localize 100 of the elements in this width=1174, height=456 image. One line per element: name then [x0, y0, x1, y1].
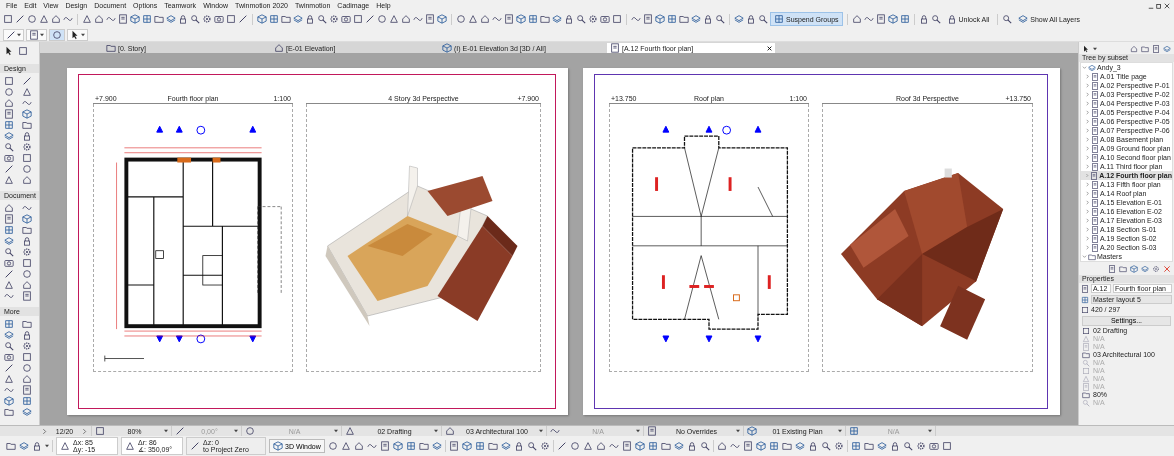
grid-icon[interactable]: [4, 319, 14, 329]
lock-icon[interactable]: [305, 14, 315, 24]
house-icon[interactable]: [716, 441, 727, 451]
lock-icon[interactable]: [564, 14, 574, 24]
triangle-icon[interactable]: [4, 280, 14, 290]
lock-icon[interactable]: [32, 441, 42, 451]
grid-icon[interactable]: [899, 14, 910, 24]
cube-icon[interactable]: [516, 14, 526, 24]
square-icon[interactable]: [226, 14, 236, 24]
page-icon[interactable]: [875, 14, 886, 24]
dropdown-arrow-icon[interactable]: [334, 429, 338, 433]
lock-icon[interactable]: [807, 441, 818, 451]
layers-icon[interactable]: [4, 330, 14, 340]
magnifier-icon[interactable]: [190, 14, 200, 24]
grid-icon[interactable]: [269, 14, 279, 24]
triangle-icon[interactable]: [389, 14, 399, 24]
cursor-icon[interactable]: [4, 46, 14, 56]
lock-icon[interactable]: [22, 236, 32, 246]
triangle-icon[interactable]: [4, 374, 14, 384]
page-icon[interactable]: [742, 441, 753, 451]
gear-icon[interactable]: [1152, 265, 1160, 273]
arrow-dropdown[interactable]: [67, 28, 88, 41]
wave-icon[interactable]: [366, 441, 377, 451]
dropdown-arrow-icon[interactable]: [434, 429, 438, 433]
magnifier-icon[interactable]: [902, 441, 913, 451]
square-icon[interactable]: [353, 14, 363, 24]
wave-icon[interactable]: [492, 14, 502, 24]
close-icon[interactable]: [1164, 2, 1170, 9]
layers-icon[interactable]: [19, 441, 29, 451]
wave-icon[interactable]: [106, 14, 116, 24]
house-icon[interactable]: [851, 14, 862, 24]
house-icon[interactable]: [22, 175, 32, 185]
page-icon[interactable]: [118, 14, 128, 24]
wave-icon[interactable]: [608, 441, 619, 451]
layers-icon[interactable]: [500, 441, 511, 451]
line-icon[interactable]: [4, 164, 14, 174]
line-icon[interactable]: [4, 363, 14, 373]
cube-icon[interactable]: [437, 14, 447, 24]
gear-icon[interactable]: [202, 14, 212, 24]
folder-icon[interactable]: [22, 120, 32, 130]
folder-icon[interactable]: [863, 441, 874, 451]
page-icon[interactable]: [22, 385, 32, 395]
house-icon[interactable]: [22, 374, 32, 384]
wave-icon[interactable]: [631, 14, 641, 24]
page-icon[interactable]: [504, 14, 514, 24]
wave-icon[interactable]: [413, 14, 423, 24]
cube-icon[interactable]: [392, 441, 403, 451]
folder-icon[interactable]: [660, 441, 671, 451]
wave-icon[interactable]: [863, 14, 874, 24]
magnifier-icon[interactable]: [758, 14, 768, 24]
layers-icon[interactable]: [4, 236, 14, 246]
layers-icon[interactable]: [1163, 45, 1171, 53]
folder-icon[interactable]: [781, 441, 792, 451]
line-icon[interactable]: [4, 269, 14, 279]
circle-icon[interactable]: [4, 87, 14, 97]
dropdown-arrow-icon[interactable]: [636, 429, 640, 433]
dropdown-arrow-icon[interactable]: [17, 32, 21, 37]
dropdown-arrow-icon[interactable]: [234, 429, 238, 433]
grid-icon[interactable]: [768, 441, 779, 451]
wave-icon[interactable]: [4, 385, 14, 395]
layers-icon[interactable]: [734, 14, 744, 24]
house-icon[interactable]: [4, 203, 14, 213]
cube-icon[interactable]: [887, 14, 898, 24]
circle-icon[interactable]: [327, 441, 338, 451]
restore-icon[interactable]: [1156, 2, 1162, 9]
magnifier-icon[interactable]: [526, 441, 537, 451]
square-icon[interactable]: [18, 46, 28, 56]
grid-icon[interactable]: [4, 225, 14, 235]
pen-set-dropdown[interactable]: [3, 28, 24, 41]
page-icon[interactable]: [1152, 45, 1160, 53]
dropdown-arrow-icon[interactable]: [838, 429, 842, 433]
lock-icon[interactable]: [918, 14, 929, 24]
square-icon[interactable]: [22, 258, 32, 268]
dropdown-arrow-icon[interactable]: [81, 32, 85, 37]
dropdown-arrow-icon[interactable]: [736, 429, 740, 433]
magnifier-icon[interactable]: [715, 14, 725, 24]
layers-icon[interactable]: [691, 14, 701, 24]
gear-icon[interactable]: [915, 441, 926, 451]
close-icon[interactable]: [767, 45, 772, 51]
page-icon[interactable]: [4, 214, 14, 224]
layers-icon[interactable]: [673, 441, 684, 451]
square-icon[interactable]: [4, 76, 14, 86]
layers-icon[interactable]: [293, 14, 303, 24]
layers-icon[interactable]: [4, 131, 14, 141]
house-icon[interactable]: [595, 441, 606, 451]
view-dropdown[interactable]: [26, 28, 47, 41]
line-icon[interactable]: [365, 14, 375, 24]
circle-icon[interactable]: [22, 269, 32, 279]
grid-icon[interactable]: [474, 441, 485, 451]
house-icon[interactable]: [401, 14, 411, 24]
camera-icon[interactable]: [4, 352, 14, 362]
circle-icon[interactable]: [456, 14, 466, 24]
folder-icon[interactable]: [154, 14, 164, 24]
wave-icon[interactable]: [4, 291, 14, 301]
cube-icon[interactable]: [755, 441, 766, 451]
house-icon[interactable]: [22, 280, 32, 290]
page-icon[interactable]: [621, 441, 632, 451]
page-icon[interactable]: [643, 14, 653, 24]
line-icon[interactable]: [556, 441, 567, 451]
lock-icon[interactable]: [22, 131, 32, 141]
